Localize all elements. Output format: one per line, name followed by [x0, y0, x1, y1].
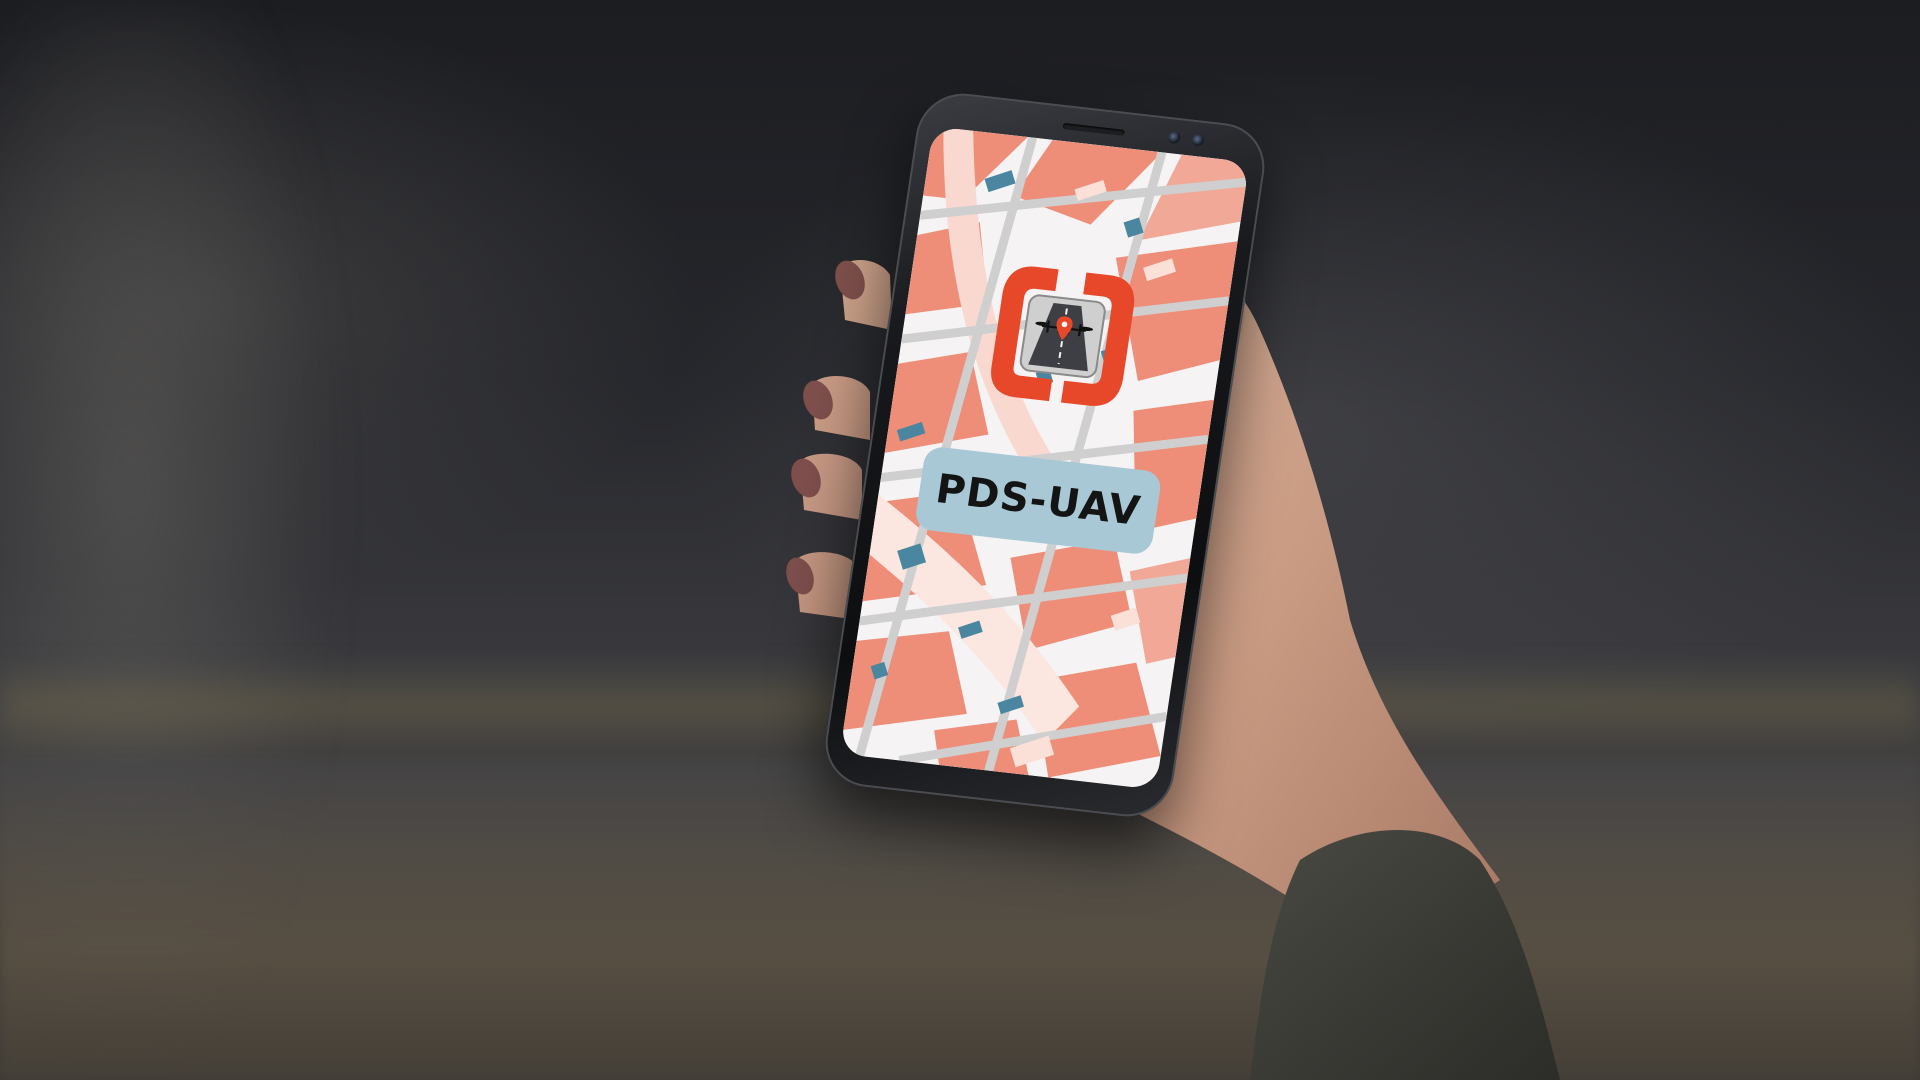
app-logo-icon[interactable]: [978, 255, 1147, 418]
photo-scene: PDS-UAV: [0, 0, 1920, 1080]
